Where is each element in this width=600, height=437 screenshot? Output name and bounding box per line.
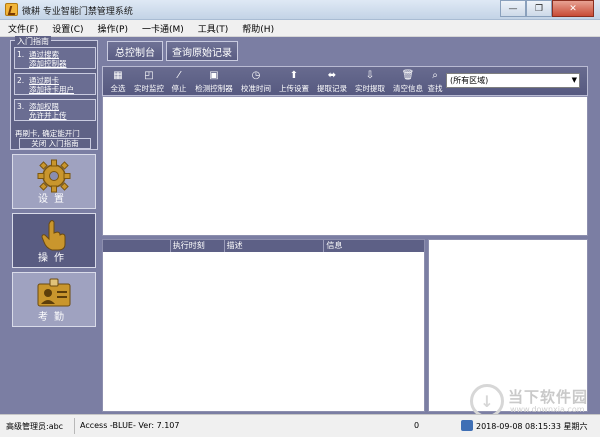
download-icon: ⇩ — [365, 69, 375, 81]
log-header: 执行时刻 描述 信息 — [103, 240, 424, 252]
id-card-icon — [37, 278, 71, 307]
close-guide-button[interactable]: 关闭 入门指南 — [19, 138, 91, 149]
monitor-icon: ◰ — [144, 69, 154, 81]
stop-label: 停止 — [171, 84, 187, 93]
restore-button[interactable]: ❐ — [526, 0, 552, 17]
guide-step-text: 通过搜索 添加控制器 — [29, 50, 67, 68]
sidebar: 入门指南 1. 通过搜索 添加控制器 2. 通过刷卡 添加持卡用户 3. 添加权… — [10, 36, 98, 410]
menu-bar: 文件(F) 设置(C) 操作(P) 一卡通(M) 工具(T) 帮助(H) — [0, 20, 600, 37]
nav-settings-button[interactable]: 设置 — [12, 154, 96, 209]
realtime-fetch-button[interactable]: ⇩ 实时提取 — [352, 69, 388, 95]
status-datetime: 2018-09-08 08:15:33 星期六 — [476, 422, 588, 431]
upload-icon: ⬆ — [289, 69, 299, 81]
guide-step-number: 1. — [17, 50, 25, 59]
tab-query-records[interactable]: 查询原始记录 — [166, 41, 238, 61]
app-icon — [5, 3, 18, 16]
select-all-label: 全选 — [110, 84, 126, 93]
guide-step-text: 添加权限 允许并上传 — [29, 102, 67, 120]
upload-settings-label: 上传设置 — [279, 84, 309, 93]
status-db: Access -BLUE- Ver: 7.107 — [80, 421, 180, 430]
status-user: 高级管理员:abc — [6, 422, 64, 431]
detail-panel[interactable] — [428, 239, 588, 412]
status-count: 0 — [414, 421, 420, 430]
guide-step-2[interactable]: 2. 通过刷卡 添加持卡用户 — [14, 73, 96, 95]
stop-button[interactable]: ⁄ 停止 — [169, 69, 189, 95]
window-title: 微耕 专业智能门禁管理系统 — [22, 7, 133, 17]
nav-attendance-label: 考勤 — [38, 312, 70, 323]
nav-operate-button[interactable]: 操作 — [12, 213, 96, 268]
clear-info-button[interactable]: 🗑 清空信息 — [390, 69, 426, 95]
search-icon: ⌕ — [432, 69, 438, 81]
status-divider — [74, 418, 75, 434]
window-controls: — ❐ ✕ — [500, 0, 594, 17]
title-bar: 微耕 专业智能门禁管理系统 — ❐ ✕ — [0, 0, 600, 20]
area-select[interactable]: (所有区域) ▼ — [446, 73, 580, 88]
fetch-records-button[interactable]: ⬌ 提取记录 — [314, 69, 350, 95]
search-button[interactable]: ⌕ 查找 — [426, 69, 444, 95]
controller-list-panel[interactable] — [102, 96, 588, 236]
log-col-time[interactable]: 执行时刻 — [171, 240, 225, 252]
guide-step-text: 通过刷卡 添加持卡用户 — [29, 76, 74, 94]
clock-icon: ◷ — [251, 69, 261, 81]
calibrate-time-label: 校准时间 — [241, 84, 271, 93]
realtime-monitor-button[interactable]: ◰ 实时监控 — [131, 69, 167, 95]
nav-attendance-button[interactable]: 考勤 — [12, 272, 96, 327]
nav-operate-label: 操作 — [38, 253, 70, 264]
log-col-description[interactable]: 描述 — [225, 240, 325, 252]
area-select-value: (所有区域) — [450, 76, 489, 85]
realtime-monitor-label: 实时监控 — [134, 84, 164, 93]
search-label: 查找 — [427, 84, 443, 93]
upload-settings-button[interactable]: ⬆ 上传设置 — [276, 69, 312, 95]
realtime-fetch-label: 实时提取 — [355, 84, 385, 93]
chevron-down-icon: ▼ — [571, 76, 577, 84]
menu-settings[interactable]: 设置(C) — [52, 22, 83, 35]
status-bar: 高级管理员:abc Access -BLUE- Ver: 7.107 0 201… — [0, 414, 600, 437]
menu-tools[interactable]: 工具(T) — [198, 22, 229, 35]
check-controller-button[interactable]: ▣ 检测控制器 — [192, 69, 236, 95]
close-button[interactable]: ✕ — [552, 0, 594, 17]
fetch-records-label: 提取记录 — [317, 84, 347, 93]
controller-icon: ▣ — [209, 69, 219, 81]
nav-settings-label: 设置 — [38, 194, 70, 205]
log-panel[interactable]: 执行时刻 描述 信息 — [102, 239, 425, 412]
guide-step-3[interactable]: 3. 添加权限 允许并上传 — [14, 99, 96, 121]
menu-help[interactable]: 帮助(H) — [242, 22, 274, 35]
log-col-blank[interactable] — [103, 240, 171, 252]
fetch-icon: ⬌ — [327, 69, 337, 81]
guide-step-number: 3. — [17, 102, 25, 111]
select-all-icon: ▦ — [113, 69, 123, 81]
main-area: 入门指南 1. 通过搜索 添加控制器 2. 通过刷卡 添加持卡用户 3. 添加权… — [0, 36, 600, 414]
log-col-info[interactable]: 信息 — [324, 240, 424, 252]
guide-step-1[interactable]: 1. 通过搜索 添加控制器 — [14, 47, 96, 69]
hand-pointer-icon — [41, 220, 66, 251]
minimize-button[interactable]: — — [500, 0, 526, 17]
guide-title: 入门指南 — [15, 36, 51, 47]
menu-operate[interactable]: 操作(P) — [98, 22, 128, 35]
calendar-icon — [461, 420, 473, 431]
check-controller-label: 检测控制器 — [195, 84, 233, 93]
gear-icon — [37, 159, 71, 193]
guide-panel: 入门指南 1. 通过搜索 添加控制器 2. 通过刷卡 添加持卡用户 3. 添加权… — [10, 36, 98, 150]
select-all-button[interactable]: ▦ 全选 — [108, 69, 128, 95]
calibrate-time-button[interactable]: ◷ 校准时间 — [238, 69, 274, 95]
menu-file[interactable]: 文件(F) — [8, 22, 38, 35]
menu-card[interactable]: 一卡通(M) — [142, 22, 184, 35]
stop-icon: ⁄ — [178, 69, 180, 81]
clear-info-label: 清空信息 — [393, 84, 423, 93]
tab-console[interactable]: 总控制台 — [107, 41, 163, 61]
guide-step-number: 2. — [17, 76, 25, 85]
trash-icon: 🗑 — [401, 69, 415, 81]
